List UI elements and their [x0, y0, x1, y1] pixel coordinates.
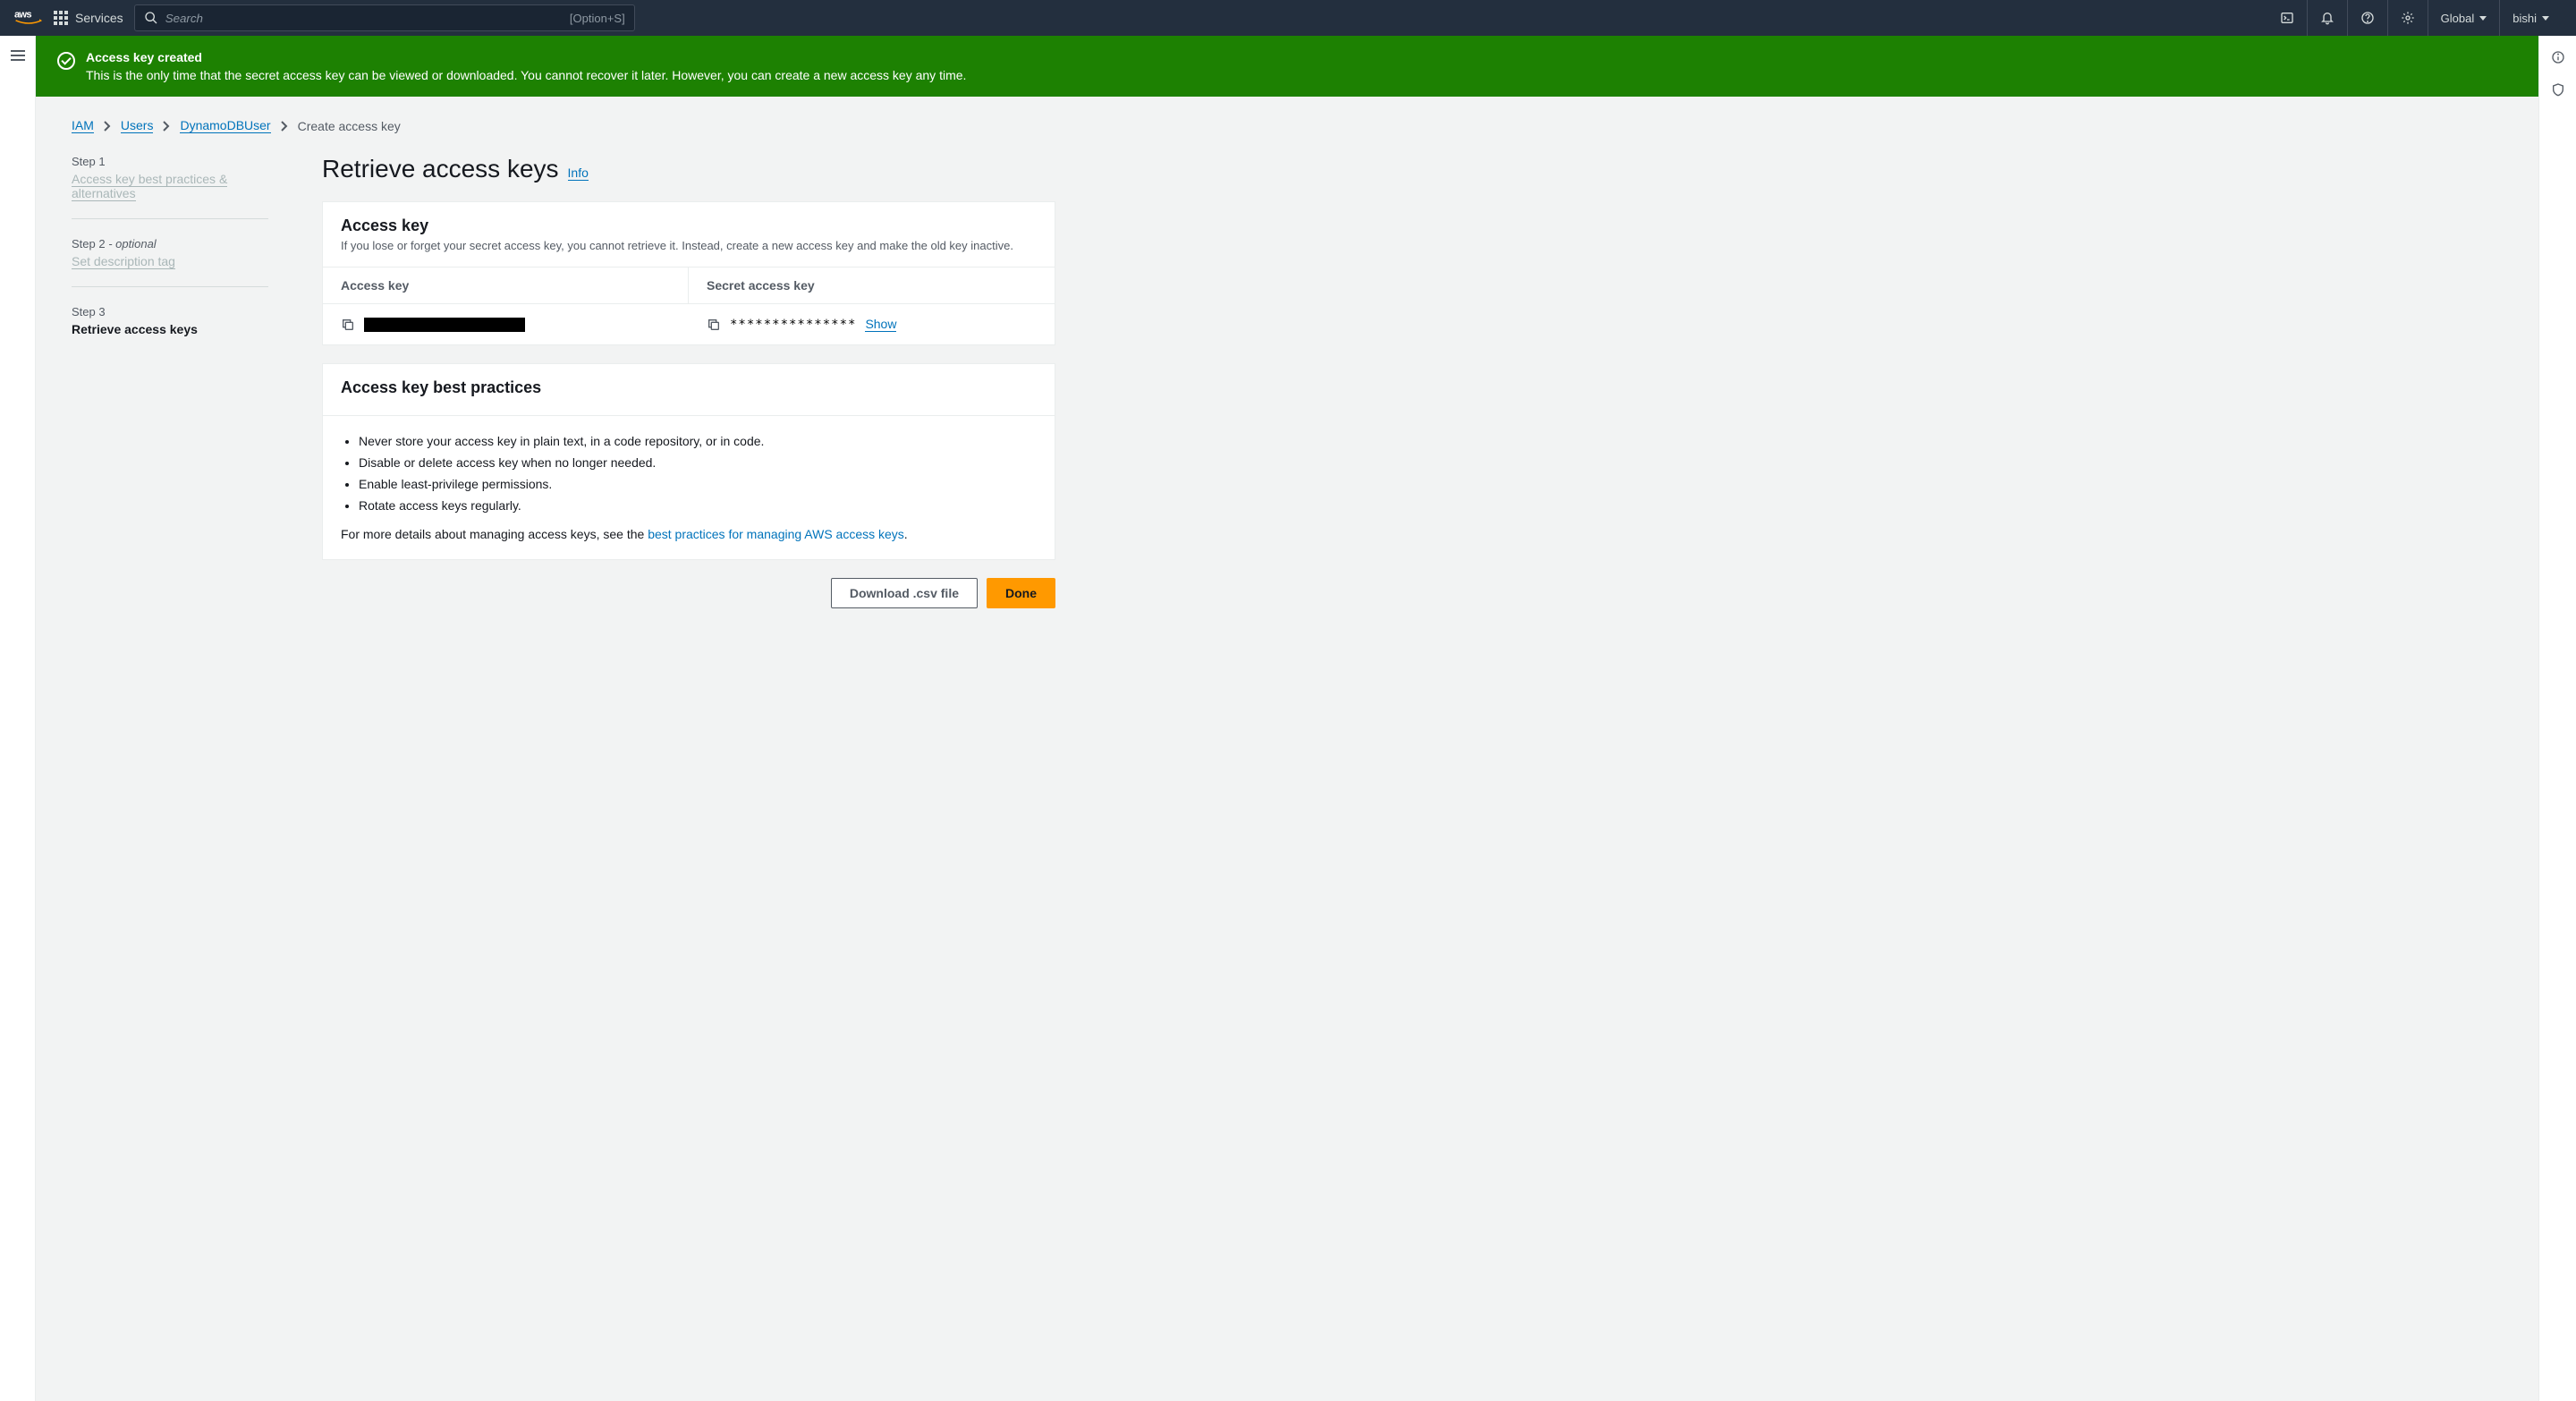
search-bar[interactable]: [Option+S] [134, 4, 635, 31]
bell-icon [2320, 11, 2334, 25]
show-secret-link[interactable]: Show [865, 317, 896, 332]
shield-icon[interactable] [2551, 82, 2565, 97]
breadcrumb-iam[interactable]: IAM [72, 118, 94, 133]
check-circle-icon [57, 52, 75, 70]
step-2[interactable]: Step 2 - optional Set description tag [72, 237, 268, 287]
search-icon [144, 11, 158, 25]
wizard-steps: Step 1 Access key best practices & alter… [72, 155, 268, 608]
user-label: bishi [2512, 12, 2537, 25]
caret-down-icon [2542, 16, 2549, 21]
secret-key-col-header: Secret access key [689, 267, 1055, 304]
left-rail [0, 36, 36, 1401]
breadcrumb-user[interactable]: DynamoDBUser [180, 118, 270, 133]
step-2-title: Set description tag [72, 254, 175, 269]
best-practices-footer: For more details about managing access k… [341, 527, 1037, 541]
best-practices-title: Access key best practices [341, 378, 1037, 397]
access-key-value-cell [323, 304, 689, 344]
step-3-title: Retrieve access keys [72, 322, 198, 336]
access-key-card: Access key If you lose or forget your se… [322, 201, 1055, 345]
best-practices-link[interactable]: best practices for managing AWS access k… [648, 527, 904, 541]
best-practices-card: Access key best practices Never store yo… [322, 363, 1055, 560]
chevron-right-icon [280, 120, 289, 132]
right-rail [2538, 36, 2576, 1401]
best-practice-item: Enable least-privilege permissions. [359, 477, 1037, 491]
breadcrumb-current: Create access key [298, 119, 401, 133]
user-menu[interactable]: bishi [2499, 0, 2562, 36]
chevron-right-icon [162, 120, 171, 132]
search-input[interactable] [165, 12, 563, 25]
download-csv-button[interactable]: Download .csv file [831, 578, 978, 608]
copy-icon[interactable] [707, 318, 721, 332]
services-label: Services [75, 11, 123, 25]
best-practice-item: Rotate access keys regularly. [359, 498, 1037, 513]
cloudshell-button[interactable] [2267, 0, 2307, 36]
region-selector[interactable]: Global [2428, 0, 2500, 36]
services-menu[interactable]: Services [54, 11, 123, 25]
step-3: Step 3 Retrieve access keys [72, 305, 268, 354]
action-buttons: Download .csv file Done [322, 578, 1055, 608]
menu-toggle[interactable] [11, 50, 25, 61]
step-2-num: Step 2 - optional [72, 237, 268, 250]
caret-down-icon [2479, 16, 2487, 21]
breadcrumb: IAM Users DynamoDBUser Create access key [72, 118, 2503, 133]
secret-key-masked: *************** [730, 318, 856, 332]
best-practice-item: Never store your access key in plain tex… [359, 434, 1037, 448]
grid-icon [54, 11, 68, 25]
step-1-title: Access key best practices & alternatives [72, 172, 227, 201]
settings-button[interactable] [2387, 0, 2428, 36]
notifications-button[interactable] [2307, 0, 2347, 36]
copy-icon[interactable] [341, 318, 355, 332]
best-practices-list: Never store your access key in plain tex… [359, 434, 1037, 513]
help-icon [2360, 11, 2375, 25]
info-icon[interactable] [2551, 50, 2565, 64]
step-1-num: Step 1 [72, 155, 268, 168]
info-link[interactable]: Info [568, 166, 589, 181]
done-button[interactable]: Done [987, 578, 1055, 608]
access-key-value [364, 318, 525, 332]
access-key-card-title: Access key [341, 217, 1037, 235]
page-title: Retrieve access keys Info [322, 155, 1055, 183]
aws-logo[interactable]: aws [14, 7, 43, 30]
terminal-icon [2280, 11, 2294, 25]
svg-text:aws: aws [14, 9, 31, 20]
breadcrumb-users[interactable]: Users [121, 118, 154, 133]
nav-right: Global bishi [2267, 0, 2562, 36]
secret-key-value-cell: *************** Show [689, 304, 1055, 344]
step-1[interactable]: Step 1 Access key best practices & alter… [72, 155, 268, 219]
best-practice-item: Disable or delete access key when no lon… [359, 455, 1037, 470]
step-3-num: Step 3 [72, 305, 268, 318]
access-key-col-header: Access key [323, 267, 689, 304]
gear-icon [2401, 11, 2415, 25]
chevron-right-icon [103, 120, 112, 132]
success-alert: Access key created This is the only time… [36, 36, 2538, 97]
help-button[interactable] [2347, 0, 2387, 36]
alert-message: This is the only time that the secret ac… [86, 68, 966, 82]
region-label: Global [2441, 12, 2475, 25]
access-key-card-desc: If you lose or forget your secret access… [341, 239, 1037, 252]
top-navigation: aws Services [Option+S] Global bishi [0, 0, 2576, 36]
alert-title: Access key created [86, 50, 966, 64]
search-shortcut: [Option+S] [570, 12, 625, 25]
